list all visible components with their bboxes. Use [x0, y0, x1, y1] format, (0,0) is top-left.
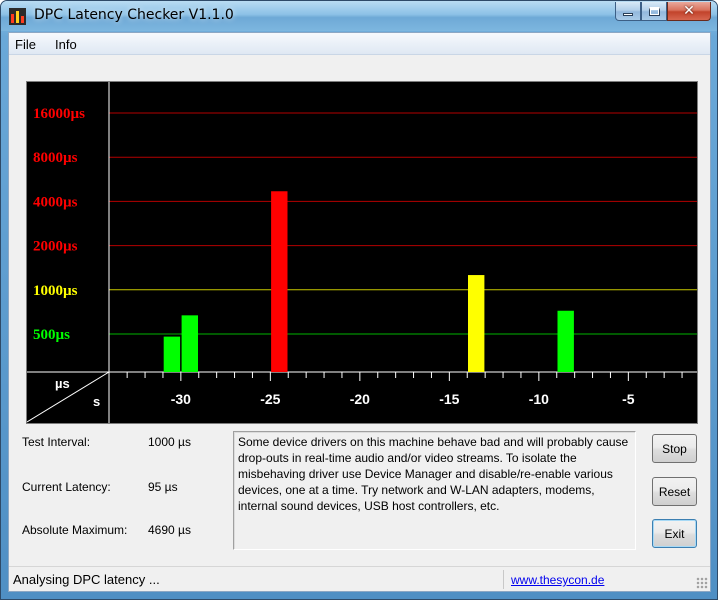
website-link[interactable]: www.thesycon.de: [511, 573, 604, 587]
stats-panel: Test Interval: 1000 µs Current Latency: …: [9, 423, 224, 573]
test-interval-value: 1000 µs: [148, 435, 191, 449]
y-tick-label: 500µs: [33, 327, 70, 343]
close-button[interactable]: ✕: [667, 2, 711, 21]
minimize-icon: [623, 12, 633, 16]
y-tick-label: 16000µs: [33, 106, 85, 122]
y-unit-label: µs: [55, 376, 70, 391]
y-tick-label: 4000µs: [33, 194, 78, 210]
y-tick-label: 1000µs: [33, 283, 78, 299]
window-title: DPC Latency Checker V1.1.0: [34, 7, 234, 23]
maximize-icon: [648, 6, 660, 16]
menu-bar: File Info: [9, 33, 710, 55]
exit-button[interactable]: Exit: [652, 519, 697, 548]
latency-bar: [557, 310, 574, 372]
close-icon: ✕: [683, 3, 695, 19]
title-bar[interactable]: DPC Latency Checker V1.1.0 ✕: [1, 1, 717, 31]
x-tick-label: -30: [171, 391, 191, 407]
x-tick-label: -25: [260, 391, 280, 407]
diagnosis-message: Some device drivers on this machine beha…: [233, 431, 636, 550]
latency-bar: [163, 336, 181, 372]
test-interval-label: Test Interval:: [22, 435, 91, 449]
current-latency-value: 95 µs: [148, 480, 178, 494]
client-area: File Info 16000µs 8000µs 4000µs 2000µs 1000µ…: [8, 32, 711, 592]
current-latency-label: Current Latency:: [22, 480, 111, 494]
latency-chart: 16000µs 8000µs 4000µs 2000µs 1000µs 500µs µs s -…: [26, 81, 698, 424]
stop-button[interactable]: Stop: [652, 434, 697, 463]
equalizer-bars-icon: [9, 8, 26, 25]
menu-file[interactable]: File: [15, 37, 36, 52]
maximize-button[interactable]: [641, 2, 667, 21]
app-window: DPC Latency Checker V1.1.0 ✕ File Info 1…: [0, 0, 718, 600]
latency-bar: [271, 191, 288, 372]
x-tick-label: -5: [622, 391, 635, 407]
y-tick-label: 8000µs: [33, 150, 78, 166]
latency-chart-svg: 16000µs 8000µs 4000µs 2000µs 1000µs 500µs µs s -…: [27, 82, 697, 423]
x-tick-label: -20: [350, 391, 370, 407]
reset-button[interactable]: Reset: [652, 477, 697, 506]
absolute-maximum-value: 4690 µs: [148, 523, 191, 537]
status-text: Analysing DPC latency ...: [13, 572, 160, 587]
x-tick-label: -15: [439, 391, 459, 407]
latency-bar: [468, 275, 485, 372]
caption-buttons: ✕: [615, 2, 711, 22]
minimize-button[interactable]: [615, 2, 641, 21]
x-unit-label: s: [93, 394, 100, 409]
x-tick-label: -10: [529, 391, 549, 407]
resize-grip-icon[interactable]: [696, 577, 708, 589]
latency-bar: [181, 315, 198, 372]
status-bar: Analysing DPC latency ... www.thesycon.d…: [9, 566, 710, 591]
status-separator: [503, 570, 504, 589]
absolute-maximum-label: Absolute Maximum:: [22, 523, 128, 537]
y-tick-label: 2000µs: [33, 239, 78, 255]
menu-info[interactable]: Info: [55, 37, 77, 52]
